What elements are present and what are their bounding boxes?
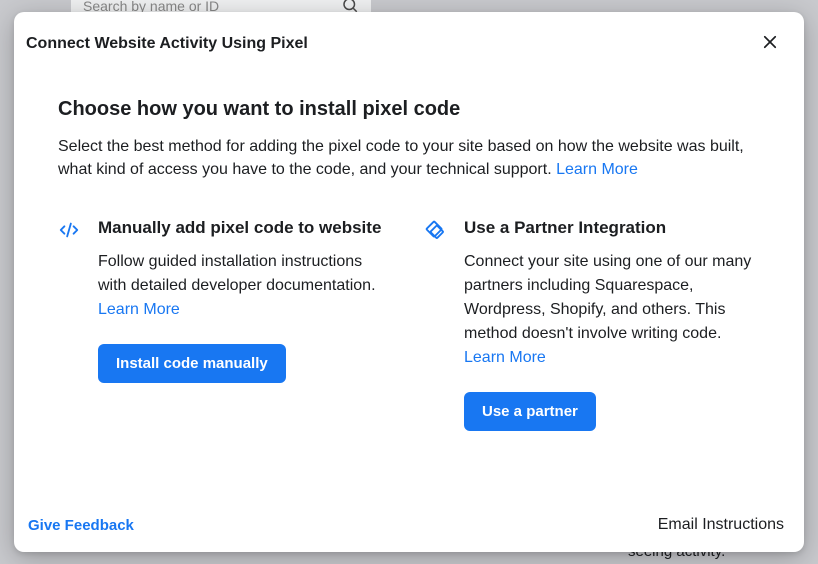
manual-learn-more-link[interactable]: Learn More bbox=[98, 301, 180, 318]
option-manual: Manually add pixel code to website Follo… bbox=[58, 217, 394, 431]
pixel-install-modal: Connect Website Activity Using Pixel Cho… bbox=[14, 12, 804, 552]
intro-description: Select the best method for adding the pi… bbox=[58, 135, 760, 181]
code-icon bbox=[58, 219, 82, 243]
partner-icon bbox=[424, 219, 448, 243]
option-partner: Use a Partner Integration Connect your s… bbox=[424, 217, 760, 431]
modal-footer: Give Feedback Email Instructions bbox=[14, 502, 804, 552]
modal-content: Choose how you want to install pixel cod… bbox=[14, 70, 804, 502]
modal-title: Connect Website Activity Using Pixel bbox=[26, 35, 308, 53]
install-options: Manually add pixel code to website Follo… bbox=[58, 217, 760, 431]
option-manual-title: Manually add pixel code to website bbox=[98, 217, 394, 240]
option-partner-body: Use a Partner Integration Connect your s… bbox=[464, 217, 760, 431]
partner-learn-more-link[interactable]: Learn More bbox=[464, 349, 546, 366]
option-manual-desc: Follow guided installation instructions … bbox=[98, 250, 394, 322]
close-icon bbox=[761, 33, 779, 56]
option-partner-desc: Connect your site using one of our many … bbox=[464, 250, 760, 370]
install-code-manually-button[interactable]: Install code manually bbox=[98, 344, 286, 383]
use-a-partner-button[interactable]: Use a partner bbox=[464, 392, 596, 431]
modal-header: Connect Website Activity Using Pixel bbox=[14, 12, 804, 70]
intro-learn-more-link[interactable]: Learn More bbox=[556, 161, 638, 178]
option-manual-body: Manually add pixel code to website Follo… bbox=[98, 217, 394, 431]
email-instructions-button[interactable]: Email Instructions bbox=[658, 516, 784, 534]
intro-heading: Choose how you want to install pixel cod… bbox=[58, 98, 760, 121]
give-feedback-link[interactable]: Give Feedback bbox=[28, 517, 134, 534]
close-button[interactable] bbox=[756, 30, 784, 58]
option-partner-title: Use a Partner Integration bbox=[464, 217, 760, 240]
background-search-bar: Search by name or ID bbox=[71, 0, 371, 12]
